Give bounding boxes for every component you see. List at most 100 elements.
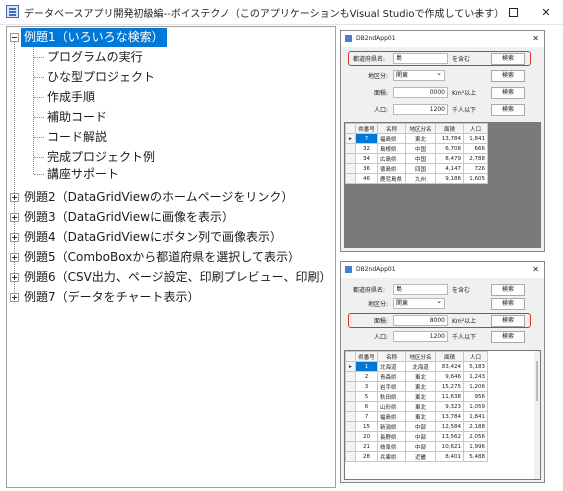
expand-icon[interactable]	[10, 233, 19, 242]
pref-input: 島	[393, 284, 448, 295]
expand-icon[interactable]	[10, 273, 19, 282]
table-row: 7 福島県 東北 13,784 1,841	[345, 411, 488, 422]
table-row: 28 兵庫県 近畿 8,401 5,488	[345, 451, 488, 462]
data-grid-1: 県番号 名称 地区分名 面積 人口 ▸ 7 福島県 東北 13,784 1,841 32 島根県 中国 6,…	[344, 122, 541, 248]
grid-cell: 東北	[405, 133, 436, 144]
grid-cell: 10,621	[435, 441, 464, 452]
screenshot-panel-2: DB2ndApp01 ✕ 都道府県名: 島 を含む 検索 地区分: 関東 検索 …	[340, 261, 545, 483]
grid-cell: 1,243	[463, 371, 488, 382]
region-select: 関東	[393, 297, 445, 309]
tree-branch	[34, 157, 44, 158]
maximize-icon	[508, 7, 518, 17]
table-row: 3 岩手県 東北 15,275 1,206	[345, 381, 488, 392]
expand-icon[interactable]	[10, 253, 19, 262]
grid-column-header: 面積	[435, 351, 464, 362]
area-suffix: Km²以上	[452, 90, 477, 97]
grid-cell: 新潟県	[377, 421, 406, 432]
row-header	[345, 421, 356, 432]
tree-node-child[interactable]: ひな型プロジェクト	[44, 68, 158, 87]
grid-cell: 山形県	[377, 401, 406, 412]
search-button: 検索	[491, 284, 525, 296]
contains-label: を含む	[452, 56, 471, 63]
row-header	[345, 411, 356, 422]
tree-node-example6[interactable]: 例題6（CSV出力、ページ設定、印刷プレビュー、印刷）	[21, 268, 334, 287]
grid-cell: 2,788	[463, 153, 488, 164]
table-row: ▸ 1 北海道 北海道 83,424 5,183	[345, 361, 488, 372]
close-button[interactable]: ✕	[529, 0, 563, 24]
pop-suffix: 千人以下	[452, 334, 477, 341]
grid-cell: 956	[463, 391, 488, 402]
tree-node-example7[interactable]: 例題7（データをチャート表示）	[21, 288, 203, 307]
tree-node-example5[interactable]: 例題5（ComboBoxから都道府県を選択して表示）	[21, 248, 303, 267]
shot-title: DB2ndApp01	[356, 35, 396, 42]
tree-node-child[interactable]: 補助コード	[44, 108, 110, 127]
row-header	[345, 391, 356, 402]
grid-cell: 1,841	[463, 133, 488, 144]
grid-cell: 7	[355, 133, 378, 144]
grid-cell: 中部	[405, 421, 436, 432]
grid-cell: 九州	[405, 173, 436, 184]
tree-node-example1[interactable]: 例題1（いろいろな検索）	[21, 28, 167, 47]
minimize-button[interactable]: —	[462, 0, 496, 24]
grid-cell: 5	[355, 391, 378, 402]
grid-cell: 東北	[405, 371, 436, 382]
grid-cell: 島根県	[377, 143, 406, 154]
tree-guide-line	[33, 46, 34, 174]
tree-node-example3[interactable]: 例題3（DataGridViewに画像を表示）	[21, 208, 237, 227]
grid-cell: 中国	[405, 153, 436, 164]
row-header: ▸	[345, 361, 356, 372]
grid-column-header: 名称	[377, 351, 406, 362]
screenshot-panel-1: DB2ndApp01 ✕ 都道府県名: 島 を含む 検索 地区分: 関東 検索 …	[340, 30, 545, 252]
grid-cell: 83,424	[435, 361, 464, 372]
shot-titlebar: DB2ndApp01 ✕	[341, 31, 544, 47]
search-button: 検索	[491, 315, 525, 327]
grid-cell: 13,784	[435, 133, 464, 144]
tree-node-child[interactable]: 作成手順	[44, 88, 98, 107]
grid-column-header: 県番号	[355, 351, 378, 362]
grid-cell: 1,059	[463, 401, 488, 412]
tree-node-example2[interactable]: 例題2（DataGridViewのホームページをリンク）	[21, 188, 296, 207]
grid-cell: 四国	[405, 163, 436, 174]
shot-title: DB2ndApp01	[356, 266, 396, 273]
tree-node-example4[interactable]: 例題4（DataGridViewにボタン列で画像表示）	[21, 228, 285, 247]
tree-node-child[interactable]: 講座サポート	[44, 165, 122, 184]
table-row: ▸ 7 福島県 東北 13,784 1,841	[345, 133, 488, 144]
maximize-button[interactable]	[496, 0, 530, 24]
expand-icon[interactable]	[10, 293, 19, 302]
row-header	[345, 153, 356, 164]
collapse-icon[interactable]	[10, 33, 19, 42]
grid-cell: 東北	[405, 391, 436, 402]
grid-cell: 2,056	[463, 431, 488, 442]
pop-input: 1200	[393, 104, 448, 115]
grid-column-header: 人口	[463, 123, 488, 134]
grid-cell: 726	[463, 163, 488, 174]
grid-cell: 徳島県	[377, 163, 406, 174]
region-label: 地区分:	[368, 73, 389, 80]
grid-cell: 福島県	[377, 411, 406, 422]
row-header	[345, 401, 356, 412]
expand-icon[interactable]	[10, 193, 19, 202]
expand-icon[interactable]	[10, 213, 19, 222]
grid-cell: 1,996	[463, 441, 488, 452]
table-row: 6 山形県 東北 9,323 1,059	[345, 401, 488, 412]
tree-node-child[interactable]: コード解説	[44, 128, 110, 147]
shot-titlebar: DB2ndApp01 ✕	[341, 262, 544, 278]
grid-cell: 1,841	[463, 411, 488, 422]
grid-cell: 9,186	[435, 173, 464, 184]
grid-cell: 12,584	[435, 421, 464, 432]
tree-branch	[34, 57, 44, 58]
pop-suffix: 千人以下	[452, 107, 477, 114]
grid-cell: 6,708	[435, 143, 464, 154]
table-row: 5 秋田県 東北 11,638 956	[345, 391, 488, 402]
close-icon: ✕	[532, 265, 539, 274]
pref-label: 都道府県名:	[353, 287, 386, 294]
tree-node-child[interactable]: プログラムの実行	[44, 48, 146, 67]
tree-view[interactable]: 例題1（いろいろな検索） プログラムの実行 ひな型プロジェクト 作成手順 補助コ…	[6, 26, 336, 488]
row-header	[345, 163, 356, 174]
grid-cell: 1,605	[463, 173, 488, 184]
window-title: データベースアプリ開発初級編--ボイステクノ（このアプリケーションもVisual…	[24, 9, 505, 20]
grid-cell: 広島県	[377, 153, 406, 164]
grid-cell: 32	[355, 143, 378, 154]
pref-label: 都道府県名:	[353, 56, 386, 63]
table-row: 20 長野県 中部 13,562 2,056	[345, 431, 488, 442]
